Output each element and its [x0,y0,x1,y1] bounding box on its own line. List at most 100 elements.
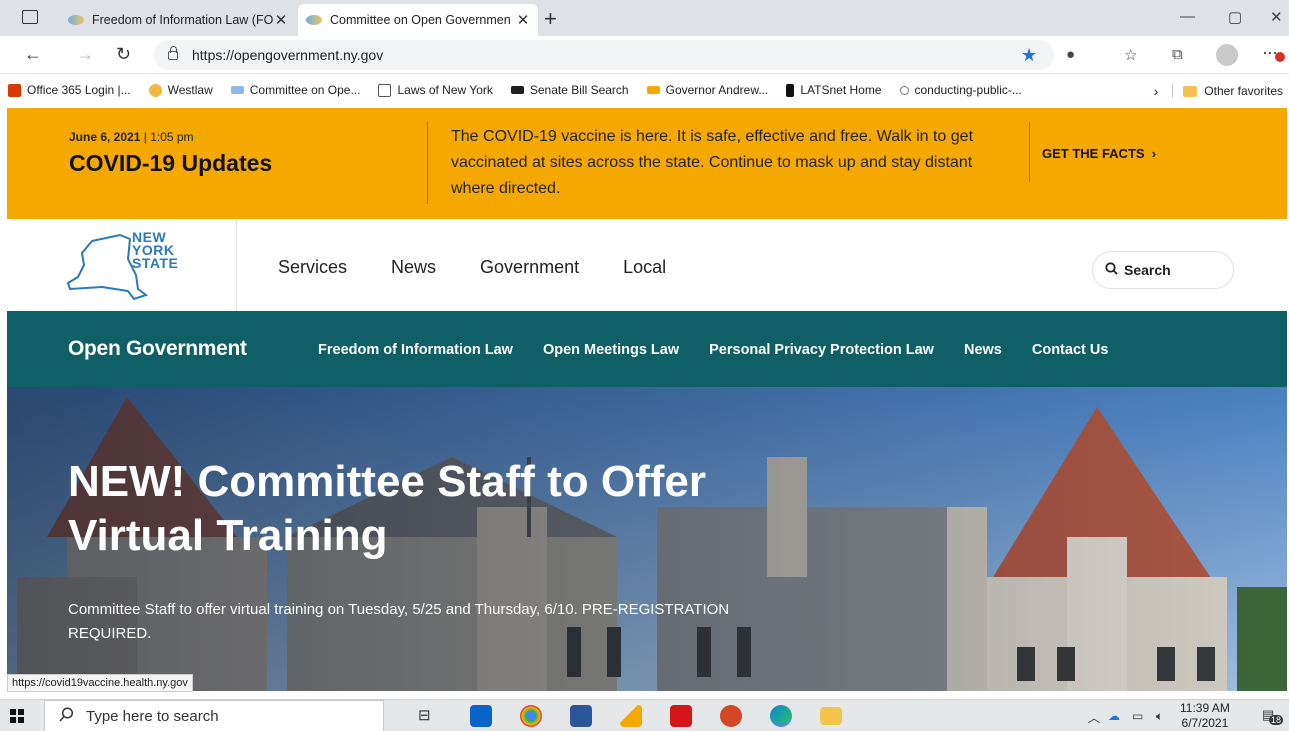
favorite-westlaw[interactable]: Westlaw [148,83,213,97]
collections-icon[interactable]: ⧉ [1172,46,1183,63]
search-placeholder: Type here to search [86,707,219,725]
nav-news[interactable]: News [391,257,436,278]
search-button[interactable]: Search [1092,251,1234,289]
nav-local[interactable]: Local [623,257,666,278]
governor-icon [646,86,660,94]
nav-services[interactable]: Services [278,257,347,278]
nav-contact[interactable]: Contact Us [1032,342,1109,358]
minimize-icon[interactable]: — [1180,8,1195,25]
hero-title[interactable]: NEW! Committee Staff to Offer Virtual Tr… [68,455,828,563]
senate-icon [510,86,524,94]
windows-taskbar: Type here to search ⊟ ︿ ☁ ▭ 🔈︎ 11:39 AM … [0,699,1289,731]
favorite-label: Committee on Ope... [249,83,361,97]
site-favicon-icon [68,15,84,25]
page-icon [378,83,392,97]
tab-committee[interactable]: Committee on Open Governmen ✕ [298,4,538,36]
task-view-icon[interactable]: ⊟ [418,706,431,724]
favorite-laws-ny[interactable]: Laws of New York [378,83,493,97]
chevron-right-icon[interactable]: › [1154,83,1159,99]
back-arrow-icon[interactable]: ← [24,44,42,65]
powerpoint-icon[interactable] [720,705,742,727]
lock-icon[interactable] [168,45,178,60]
site-favicon-icon [306,15,322,25]
extension-icon[interactable]: ● [1066,46,1075,63]
nav-government[interactable]: Government [480,257,579,278]
divider [1172,84,1174,98]
favorite-committee[interactable]: Committee on Ope... [230,83,361,97]
favorite-label: conducting-public-... [914,83,1022,97]
governor-app-icon[interactable] [620,705,642,727]
open-government-nav: Open Government Freedom of Information L… [7,311,1287,387]
other-favorites[interactable]: › Other favorites [1154,83,1283,99]
edge-icon[interactable] [770,705,792,727]
taskbar-search-input[interactable]: Type here to search [44,700,384,731]
settings-more-icon[interactable]: ··· [1262,42,1285,63]
file-explorer-icon[interactable] [820,707,842,725]
nys-main-nav: Services News Government Local [278,257,666,278]
banner-heading[interactable]: COVID-19 Updates [69,150,272,177]
system-clock[interactable]: 11:39 AM 6/7/2021 [1180,701,1230,731]
favorite-conducting[interactable]: conducting-public-... [899,83,1022,97]
hero-banner: NEW! Committee Staff to Offer Virtual Tr… [7,387,1287,691]
other-favorites-label: Other favorites [1204,84,1283,98]
favorite-label: Westlaw [167,83,213,97]
logo-text: NEW YORK STATE [132,229,179,271]
notification-count: 18 [1269,715,1284,725]
refresh-icon[interactable]: ↻ [116,44,131,65]
windows-start-icon[interactable] [10,709,24,723]
word-icon[interactable] [570,705,592,727]
tab-title: Committee on Open Governmen [330,13,511,27]
favorite-label: Senate Bill Search [529,83,629,97]
site-brand[interactable]: Open Government [68,337,247,361]
chrome-icon[interactable] [520,705,542,727]
onedrive-icon[interactable]: ☁ [1108,709,1120,723]
new-tab-button[interactable]: + [544,6,557,32]
chevron-right-icon: › [1148,146,1157,161]
favorites-bar: Office 365 Login |... Westlaw Committee … [0,75,1289,105]
maximize-icon[interactable]: ▢ [1228,8,1242,26]
get-the-facts-link[interactable]: GET THE FACTS › [1042,146,1156,161]
outlook-icon[interactable] [470,705,492,727]
search-icon [1105,262,1118,278]
address-bar: ← → ↻ https://opengovernment.ny.gov ★ ● … [0,36,1289,74]
favorite-office365[interactable]: Office 365 Login |... [8,83,131,97]
nys-header: NEW YORK STATE Services News Government … [7,219,1287,311]
favorites-list-icon[interactable]: ☆ [1124,46,1137,64]
og-nav-links: Freedom of Information Law Open Meetings… [318,342,1108,358]
close-tab-icon[interactable]: ✕ [516,11,530,29]
office-icon [8,83,21,97]
tab-foil[interactable]: Freedom of Information Law (FO ✕ [60,4,296,36]
nav-privacy[interactable]: Personal Privacy Protection Law [709,342,934,358]
favorite-governor[interactable]: Governor Andrew... [646,83,768,97]
covid-banner: June 6, 2021 | 1:05 pm COVID-19 Updates … [7,108,1287,219]
committee-icon [230,86,244,94]
favorite-star-icon[interactable]: ★ [1021,45,1037,66]
nav-foil[interactable]: Freedom of Information Law [318,342,513,358]
favorite-label: LATSnet Home [800,83,882,97]
notification-center[interactable]: ▤ 18 [1262,707,1284,725]
tab-title: Freedom of Information Law (FO [92,13,274,27]
acrobat-icon[interactable] [670,705,692,727]
search-label: Search [1124,262,1171,278]
favorite-senate[interactable]: Senate Bill Search [510,83,629,97]
favorite-latsnet[interactable]: LATSnet Home [786,83,882,97]
volume-icon[interactable]: 🔈︎ [1156,709,1163,724]
status-bar-url: https://covid19vaccine.health.ny.gov [7,674,193,692]
link-icon [899,85,909,95]
banner-date: June 6, 2021 | 1:05 pm [69,130,194,144]
divider [427,122,428,204]
url-input[interactable]: https://opengovernment.ny.gov [154,40,1054,70]
nav-news[interactable]: News [964,342,1002,358]
nys-logo[interactable]: NEW YORK STATE [62,229,182,301]
browser-tab-strip: Freedom of Information Law (FO ✕ Committ… [0,0,1289,36]
network-icon[interactable]: ▭ [1132,709,1143,723]
favorite-label: Laws of New York [397,83,493,97]
close-tab-icon[interactable]: ✕ [274,11,288,29]
tab-actions-icon[interactable] [22,10,38,24]
forward-arrow-icon[interactable]: → [76,44,94,65]
profile-avatar[interactable] [1216,44,1238,66]
close-window-icon[interactable]: ✕ [1270,8,1283,26]
nav-open-meetings[interactable]: Open Meetings Law [543,342,679,358]
chevron-up-icon[interactable]: ︿ [1088,709,1100,726]
clock-date: 6/7/2021 [1181,716,1229,730]
